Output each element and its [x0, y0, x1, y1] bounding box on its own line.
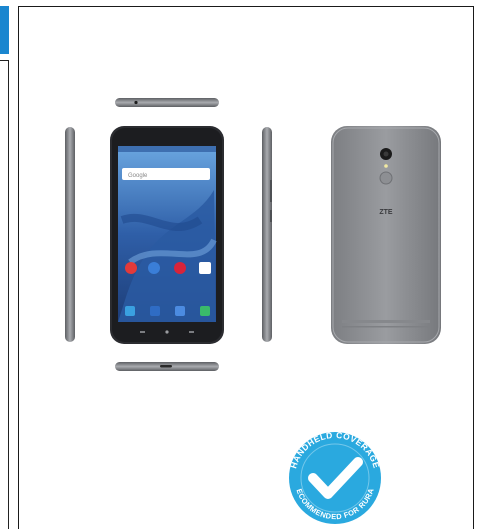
home-button [165, 330, 169, 334]
fingerprint-sensor [379, 171, 393, 185]
dock-contacts-icon [150, 306, 160, 316]
dock-browser-icon [200, 306, 210, 316]
app-icon [125, 262, 137, 274]
brand-logo: ZTE [379, 209, 393, 216]
phone-front-view: Google [110, 126, 224, 344]
product-illustration: Google ZTE HANDHELD COVERAGE ECOMMENDED … [0, 0, 441, 524]
phone-top-edge-view [115, 98, 219, 107]
phone-left-side-view [65, 127, 75, 342]
dock-messages-icon [175, 306, 185, 316]
phone-bottom-edge-view [115, 362, 219, 371]
app-icon [199, 262, 211, 274]
app-icon [148, 262, 160, 274]
app-icon [174, 262, 186, 274]
phone-back-view: ZTE [331, 126, 441, 344]
flash-led [384, 164, 388, 168]
phone-right-side-view [262, 127, 272, 342]
dock-phone-icon [125, 306, 135, 316]
screen-search-hint: Google [128, 173, 148, 179]
